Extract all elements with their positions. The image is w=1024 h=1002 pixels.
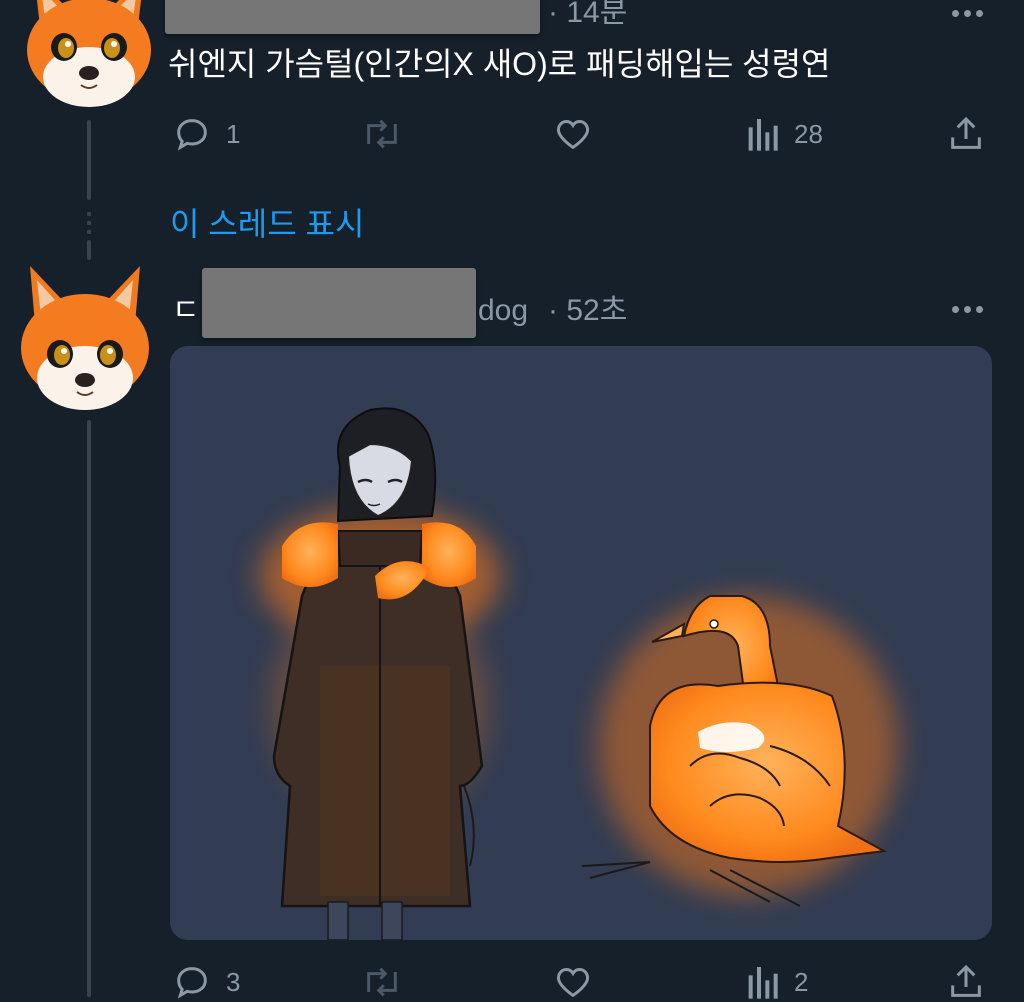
share-icon (951, 964, 981, 997)
fox-avatar-icon (27, 0, 151, 107)
redacted-username (165, 0, 540, 34)
more-icon[interactable] (952, 306, 983, 313)
tweet-time: · 14분 (548, 0, 628, 29)
retweet-icon (367, 119, 397, 149)
thread-line-top (87, 120, 91, 200)
handle-suffix: dog (478, 294, 529, 327)
illustration (170, 346, 992, 940)
share-button[interactable] (946, 114, 986, 154)
heart-icon (556, 119, 590, 150)
thread-line-bottom (87, 240, 91, 260)
tweet-time: · 52초 (548, 294, 628, 327)
avatar[interactable] (14, 0, 164, 115)
redacted-username (202, 268, 476, 338)
thread-gap-dots (87, 212, 91, 234)
retweet-button[interactable] (360, 114, 404, 154)
views-icon (748, 967, 778, 999)
share-icon (951, 116, 981, 149)
retweet-button[interactable] (360, 962, 404, 1002)
fox-avatar-icon (21, 266, 149, 410)
views-count: 2 (794, 966, 809, 997)
views-icon (748, 119, 778, 151)
reply-icon (177, 967, 207, 999)
tweet-media-image[interactable] (170, 346, 992, 940)
reply-button[interactable]: 1 (172, 114, 240, 154)
avatar[interactable] (10, 262, 160, 412)
more-icon[interactable] (952, 10, 983, 17)
reply-icon (177, 119, 207, 151)
show-thread-link[interactable]: 이 스레드 표시 (170, 204, 364, 244)
reply-count: 1 (226, 118, 241, 149)
heart-icon (556, 967, 590, 998)
views-button[interactable]: 2 (744, 962, 808, 1002)
display-name-prefix: ㄷ (172, 294, 200, 327)
views-button[interactable]: 28 (744, 114, 823, 154)
retweet-icon (367, 967, 397, 997)
reply-button[interactable]: 3 (172, 962, 240, 1002)
tweet-text: 쉬엔지 가슴털(인간의X 새O)로 패딩해입는 성령연 (168, 46, 831, 82)
reply-count: 3 (226, 966, 241, 997)
share-button[interactable] (946, 962, 986, 1002)
like-button[interactable] (552, 114, 594, 154)
thread-line-middle (87, 420, 91, 997)
like-button[interactable] (552, 962, 594, 1002)
views-count: 28 (794, 118, 823, 149)
